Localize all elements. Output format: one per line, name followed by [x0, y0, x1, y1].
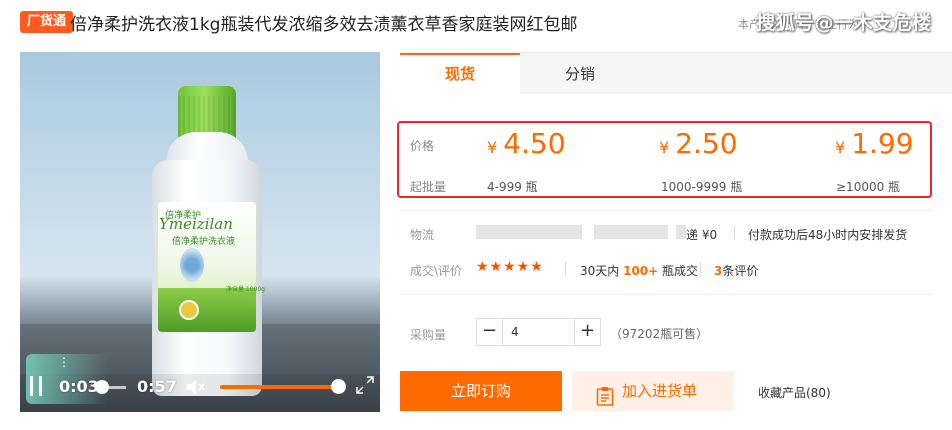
- label-name: Ymeizilan: [159, 215, 233, 233]
- product-title: 倍净柔护洗衣液1kg瓶装代发浓缩多效去渍薰衣草香家庭装网红包邮: [70, 15, 578, 35]
- volume-level: [220, 385, 332, 389]
- add-to-cart-button[interactable]: 加入进货单: [572, 371, 734, 411]
- quantity-input[interactable]: [504, 319, 574, 345]
- clipboard-icon: [596, 381, 614, 406]
- divider: [400, 210, 932, 211]
- total-time: 0:57: [137, 377, 177, 396]
- volume-slider[interactable]: [220, 385, 340, 389]
- volume-handle[interactable]: [331, 379, 346, 394]
- reviews-label: 成交\评价: [410, 264, 463, 278]
- more-dots-icon[interactable]: ⋮: [58, 356, 70, 368]
- tab-in-stock[interactable]: 现货: [400, 53, 520, 95]
- review-count-link[interactable]: 3条评价: [714, 262, 758, 279]
- rating-stars: ★★★★★: [476, 259, 544, 275]
- divider: [400, 294, 932, 295]
- collect-product-link[interactable]: 收藏产品(80): [758, 384, 831, 401]
- label-net-weight: 净含量 1000g: [226, 286, 265, 293]
- fullscreen-icon[interactable]: [356, 376, 374, 394]
- qty-tier-2: 1000-9999 瓶: [661, 180, 743, 194]
- price-tier-2: ¥2.50: [659, 127, 738, 160]
- product-video[interactable]: 倍净柔护 Ymeizilan 倍净柔护洗衣液 净含量 1000g ⋮ 0:03 …: [20, 52, 380, 412]
- seal-icon: [179, 300, 199, 320]
- mute-icon[interactable]: [186, 379, 206, 395]
- sales-volume: 30天内 100+ 瓶成交: [580, 264, 699, 278]
- product-header: 厂货通 倍净柔护洗衣液1kg瓶装代发浓缩多效去渍薰衣草香家庭装网红包邮 本产品采…: [0, 0, 952, 46]
- increase-button[interactable]: +: [574, 319, 600, 345]
- price-tier-3: ¥1.99: [835, 127, 914, 160]
- flower-icon: [180, 248, 204, 282]
- available-stock: （97202瓶可售）: [610, 327, 709, 341]
- qty-tier-1: 4-999 瓶: [487, 180, 538, 194]
- logistics-label: 物流: [410, 228, 435, 242]
- factory-badge: 厂货通: [20, 11, 74, 33]
- decrease-button[interactable]: −: [477, 319, 503, 345]
- price-table: 价格 起批量 ¥4.50 ¥2.50 ¥1.99 4-999 瓶 1000-99…: [397, 121, 932, 198]
- pause-icon[interactable]: [28, 376, 44, 396]
- quantity-stepper: − +: [476, 318, 601, 346]
- label-sub: 倍净柔护洗衣液: [172, 237, 236, 247]
- redacted-origin: [476, 225, 582, 239]
- qty-tier-3: ≥10000 瓶: [836, 180, 901, 194]
- shipping-fee: 递 ¥0: [686, 228, 718, 242]
- add-to-cart-label: 加入进货单: [622, 382, 698, 400]
- redacted-destination: [594, 225, 668, 239]
- shipping-note: 付款成功后48小时内安排发货: [748, 228, 908, 242]
- price-tier-1: ¥4.50: [487, 127, 566, 160]
- moq-label: 起批量: [410, 180, 447, 194]
- tab-distribution[interactable]: 分销: [520, 53, 640, 95]
- purchase-tabs: 现货 分销: [400, 52, 952, 95]
- quantity-label: 采购量: [410, 328, 447, 342]
- price-label: 价格: [410, 139, 435, 153]
- current-time: 0:03: [59, 377, 99, 396]
- buy-now-button[interactable]: 立即订购: [400, 371, 562, 411]
- watermark: 搜狐号@一木支危楼: [756, 12, 932, 34]
- seek-handle[interactable]: [95, 380, 109, 394]
